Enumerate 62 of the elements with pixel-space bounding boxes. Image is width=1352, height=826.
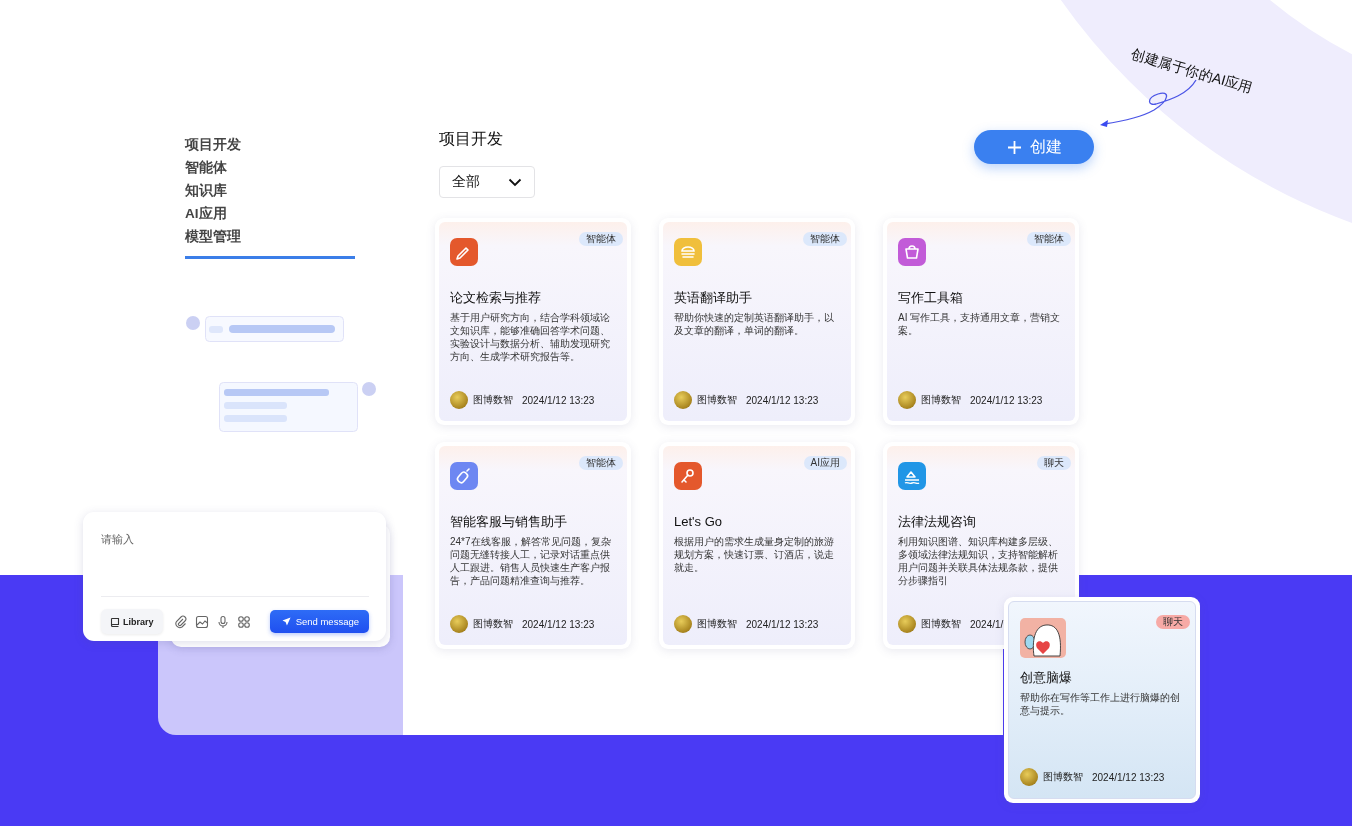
card-description: 帮助你在写作等工作上进行脑爆的创意与提示。 bbox=[1020, 691, 1181, 717]
section-title: 项目开发 bbox=[439, 129, 503, 149]
card-description: 基于用户研究方向，结合学科领域论文知识库，能够准确回答学术问题、实验设计与数据分析、辅助发现研究方向、生成学术研究报告等。 bbox=[450, 311, 611, 363]
timestamp: 2024/1/12 13:23 bbox=[746, 394, 819, 406]
avatar-icon bbox=[674, 391, 692, 409]
message-input[interactable]: 请输入 bbox=[101, 533, 301, 545]
book-icon bbox=[110, 616, 120, 627]
card-description: 根据用户的需求生成量身定制的旅游规划方案，快速订票、订酒店，说走就走。 bbox=[674, 535, 835, 574]
filter-dropdown[interactable]: 全部 bbox=[439, 166, 535, 198]
avatar-icon bbox=[450, 615, 468, 633]
send-message-button[interactable]: Send message bbox=[269, 610, 369, 633]
create-button[interactable]: 创建 bbox=[974, 130, 1094, 164]
card-description: 帮助你快速的定制英语翻译助手，以及文章的翻译，单词的翻译。 bbox=[674, 311, 835, 337]
category-tag: AI应用 bbox=[803, 456, 847, 470]
card-description: 利用知识图谱、知识库构建多层级、多领域法律法规知识，支持智能解析用户问题并关联具体法规条款，提供分步骤指引 bbox=[898, 535, 1059, 587]
plus-icon bbox=[1006, 139, 1022, 155]
nav-item[interactable]: AI应用 bbox=[185, 202, 355, 225]
card-title: Let's Go bbox=[674, 514, 723, 530]
author-name: 图博数智 bbox=[697, 393, 737, 407]
card-title: 创意脑爆 bbox=[1020, 670, 1073, 686]
nav-item[interactable]: 项目开发 bbox=[185, 133, 355, 156]
card-title: 写作工具箱 bbox=[898, 290, 964, 306]
avatar-icon bbox=[674, 615, 692, 633]
apps-icon[interactable] bbox=[236, 614, 251, 629]
timestamp: 2024/1/12 13:23 bbox=[970, 394, 1043, 406]
timestamp: 2024/1/12 13:23 bbox=[1092, 771, 1165, 783]
nav-item[interactable]: 模型管理 bbox=[185, 225, 355, 248]
avatar-icon bbox=[1020, 768, 1038, 786]
author-name: 图博数智 bbox=[921, 393, 961, 407]
card-title: 英语翻译助手 bbox=[674, 290, 753, 306]
category-tag: 智能体 bbox=[1027, 232, 1071, 246]
avatar-icon bbox=[898, 391, 916, 409]
nav-item[interactable]: 知识库 bbox=[185, 179, 355, 202]
card-title: 法律法规咨询 bbox=[898, 514, 977, 530]
card-description: AI 写作工具，支持通用文章，营销文案。 bbox=[898, 311, 1062, 337]
annotation-text: 创建属于你的AI应用 bbox=[1129, 46, 1255, 98]
author-name: 图博数智 bbox=[473, 617, 513, 631]
avatar-icon bbox=[450, 391, 468, 409]
author-name: 图博数智 bbox=[697, 617, 737, 631]
author-name: 图博数智 bbox=[1043, 770, 1083, 784]
send-icon bbox=[281, 617, 291, 626]
category-tag: 聊天 bbox=[1037, 456, 1071, 470]
author-name: 图博数智 bbox=[921, 617, 961, 631]
card-title: 论文检索与推荐 bbox=[450, 290, 542, 306]
category-tag: 聊天 bbox=[1156, 615, 1190, 629]
chevron-down-icon bbox=[508, 177, 522, 187]
author-name: 图博数智 bbox=[473, 393, 513, 407]
avatar-icon bbox=[898, 615, 916, 633]
card-description: 24*7在线客服，解答常见问题，复杂问题无缝转接人工，记录对话重点供人工跟进。销售人员快速生产客户报告，产品问题精准查询与推荐。 bbox=[450, 535, 612, 587]
paperclip-icon[interactable] bbox=[173, 614, 188, 629]
image-icon[interactable] bbox=[194, 614, 209, 629]
microphone-icon[interactable] bbox=[215, 614, 230, 629]
nav-item[interactable]: 智能体 bbox=[185, 156, 355, 179]
library-button[interactable]: Library bbox=[101, 609, 163, 634]
category-tag: 智能体 bbox=[803, 232, 847, 246]
category-tag: 智能体 bbox=[579, 456, 623, 470]
timestamp: 2024/1/12 13:23 bbox=[522, 618, 595, 630]
card-title: 智能客服与销售助手 bbox=[450, 514, 568, 530]
timestamp: 2024/1/12 13:23 bbox=[746, 618, 819, 630]
timestamp: 2024/1/12 13:23 bbox=[522, 394, 595, 406]
category-tag: 智能体 bbox=[579, 232, 623, 246]
timestamp: 2024/1/ bbox=[970, 618, 1004, 630]
